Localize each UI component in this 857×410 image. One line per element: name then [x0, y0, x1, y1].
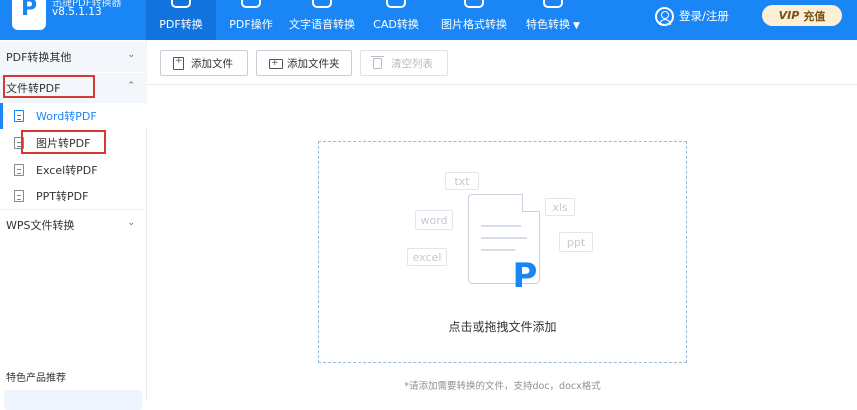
tab-label: CAD转换: [373, 18, 419, 31]
ghost-word-label: word: [415, 210, 453, 230]
active-indicator: [0, 103, 3, 129]
vip-label: 充值: [803, 9, 826, 23]
group-label: WPS文件转换: [6, 218, 75, 232]
promo-title: 特色产品推荐: [6, 373, 66, 384]
image-icon: [464, 0, 484, 8]
tab-label: 特色转换: [526, 18, 571, 31]
tab-label: 文字语音转换: [289, 18, 355, 31]
app-version: v8.5.1.13: [52, 6, 102, 18]
tab-label-wrap: 特色转换 ▼: [517, 16, 589, 32]
vip-badge: VIP: [778, 9, 800, 22]
tab-image-format[interactable]: 图片格式转换: [435, 0, 513, 40]
ghost-ppt-label: ppt: [559, 232, 593, 252]
group-label: PDF转换其他: [6, 51, 72, 64]
ghost-excel-label: excel: [407, 248, 447, 266]
logo-letter: P: [21, 0, 38, 21]
button-label: 清空列表: [391, 57, 433, 70]
sidebar-item-excel-to-pdf[interactable]: Excel转PDF: [0, 157, 147, 183]
button-label: 添加文件夹: [287, 57, 340, 70]
sidebar-group-pdf-other[interactable]: PDF转换其他 ⌄: [0, 42, 147, 72]
tab-pdf-convert[interactable]: PDF转换: [146, 0, 216, 40]
add-file-button[interactable]: 添加文件: [160, 50, 248, 76]
highlight-box: [21, 130, 106, 154]
caret-down-icon: ▼: [573, 21, 580, 31]
tab-pdf-operate[interactable]: PDF操作: [216, 0, 286, 40]
text-line: [481, 249, 515, 251]
clear-list-button[interactable]: 清空列表: [360, 50, 448, 76]
promo-card[interactable]: [4, 390, 142, 410]
tab-label: 图片格式转换: [441, 18, 507, 31]
sidebar-item-label: Word转PDF: [36, 110, 97, 123]
pdf-convert-icon: [171, 0, 191, 8]
sidebar-item-word-to-pdf[interactable]: Word转PDF: [0, 103, 147, 129]
trash-icon: [371, 56, 384, 69]
format-hint: *请添加需要转换的文件，支持doc，docx格式: [404, 381, 601, 392]
excel-file-icon: [14, 164, 24, 176]
chevron-up-icon: ⌃: [127, 81, 135, 91]
add-folder-icon: [269, 58, 283, 69]
highlight-box: [3, 75, 95, 98]
tab-text-speech[interactable]: 文字语音转换: [284, 0, 360, 40]
tab-special-convert[interactable]: 特色转换 ▼: [517, 0, 589, 40]
sidebar-item-label: Excel转PDF: [36, 164, 98, 177]
brand-logo-icon: P: [512, 256, 538, 296]
add-file-icon: [173, 56, 184, 70]
login-label: 登录/注册: [679, 9, 729, 23]
document-icon: [14, 110, 24, 122]
chevron-down-icon: ⌄: [127, 218, 135, 228]
login-button[interactable]: 登录/注册: [655, 5, 729, 27]
vip-recharge-button[interactable]: VIP 充值: [762, 5, 842, 26]
add-folder-button[interactable]: 添加文件夹: [256, 50, 352, 76]
app-logo: P: [12, 0, 46, 30]
cad-icon: [386, 0, 406, 8]
button-label: 添加文件: [191, 57, 233, 70]
ppt-file-icon: [14, 190, 24, 202]
text-speech-icon: [312, 0, 332, 8]
drop-zone-text: 点击或拖拽文件添加: [448, 320, 557, 334]
text-line: [481, 225, 521, 227]
ghost-xls-label: xls: [545, 198, 575, 216]
file-drop-zone[interactable]: txt word xls ppt excel P 点击或拖拽文件添加: [318, 141, 687, 363]
user-icon: [655, 6, 674, 26]
tab-label: PDF操作: [229, 18, 273, 31]
sidebar-group-wps[interactable]: WPS文件转换 ⌄: [0, 209, 147, 239]
pdf-operate-icon: [241, 0, 261, 8]
tab-cad-convert[interactable]: CAD转换: [361, 0, 431, 40]
chevron-down-icon: ⌄: [127, 50, 135, 60]
top-bar: P 迅捷PDF转换器 v8.5.1.13 PDF转换 PDF操作 文字语音转换 …: [0, 0, 857, 40]
special-icon: [543, 0, 563, 8]
toolbar: 添加文件 添加文件夹 清空列表: [148, 40, 857, 85]
tab-label: PDF转换: [159, 18, 203, 31]
ghost-txt-label: txt: [445, 172, 479, 190]
page-corner: [522, 194, 540, 212]
sidebar-item-ppt-to-pdf[interactable]: PPT转PDF: [0, 183, 147, 209]
sidebar-item-label: PPT转PDF: [36, 190, 89, 203]
text-line: [481, 237, 527, 239]
